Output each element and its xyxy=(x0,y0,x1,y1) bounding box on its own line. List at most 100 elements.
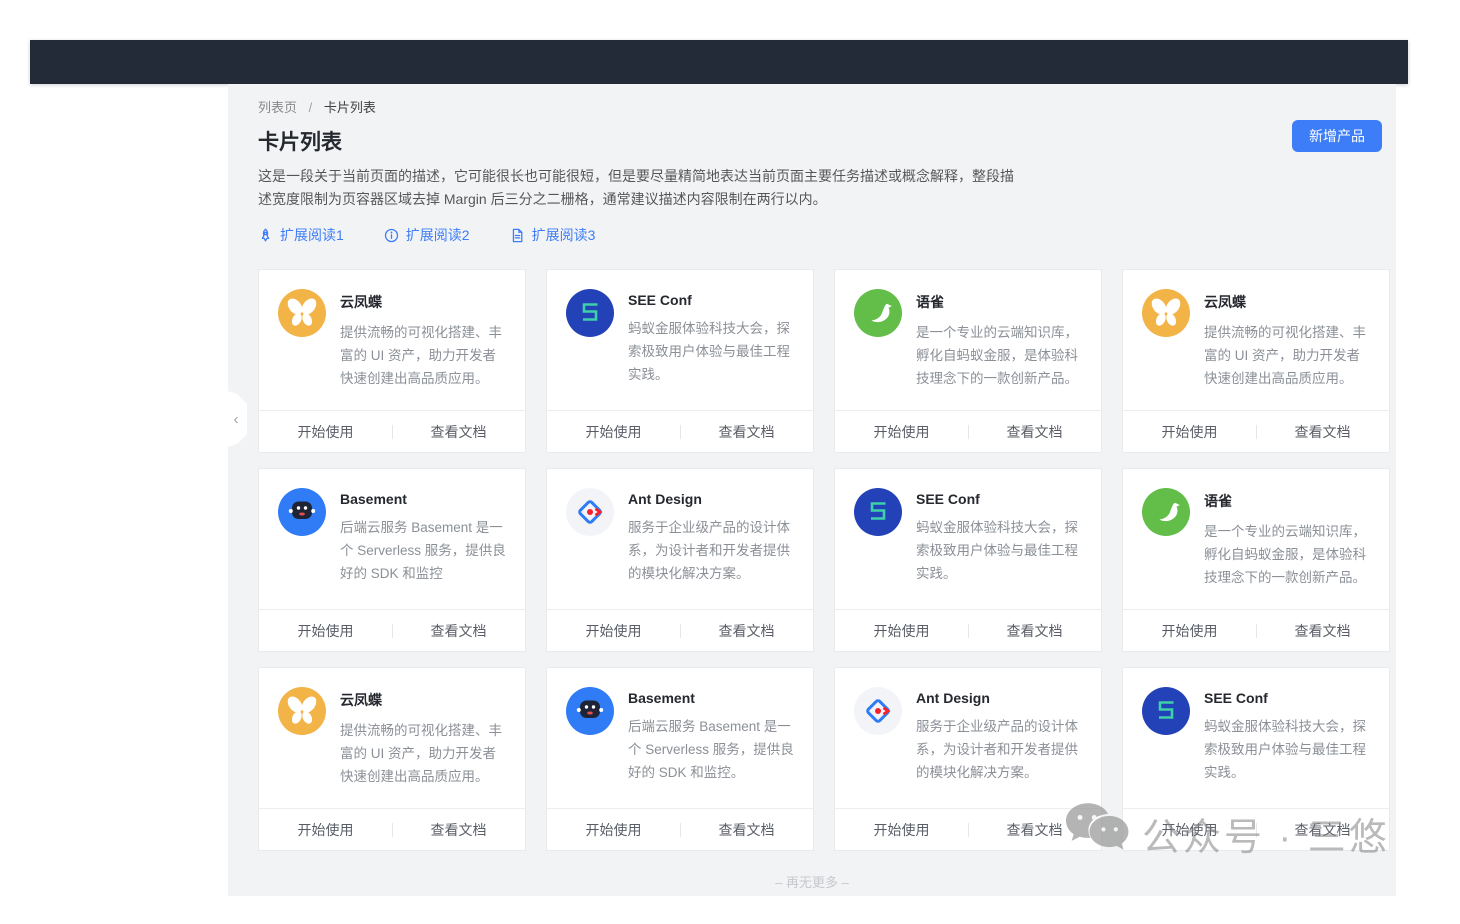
view-docs-action[interactable]: 查看文档 xyxy=(680,411,813,452)
product-description: 后端云服务 Basement 是一个 Serverless 服务，提供良好的 S… xyxy=(628,715,795,784)
card-footer: 开始使用 查看文档 xyxy=(547,808,813,850)
start-using-action[interactable]: 开始使用 xyxy=(835,809,968,850)
product-description: 蚂蚁金服体验科技大会，探索极致用户体验与最佳工程实践。 xyxy=(628,317,795,386)
product-card: SEE Conf 蚂蚁金服体验科技大会，探索极致用户体验与最佳工程实践。 开始使… xyxy=(834,468,1102,652)
product-title: SEE Conf xyxy=(628,292,795,308)
card-footer: 开始使用 查看文档 xyxy=(835,410,1101,452)
extended-reading-link[interactable]: 扩展阅读2 xyxy=(384,225,470,245)
breadcrumb-item-card-list: 卡片列表 xyxy=(324,100,376,115)
basement-icon xyxy=(566,687,614,735)
view-docs-action[interactable]: 查看文档 xyxy=(968,411,1101,452)
product-description: 是一个专业的云端知识库，孵化自蚂蚁金服，是体验科技理念下的一款创新产品。 xyxy=(1204,520,1371,589)
basement-icon xyxy=(278,488,326,536)
product-card: 云凤蝶 提供流畅的可视化搭建、丰富的 UI 资产，助力开发者快速创建出高品质应用… xyxy=(1122,269,1390,453)
page-title: 卡片列表 xyxy=(258,126,342,156)
product-title: 语雀 xyxy=(1204,491,1371,511)
product-title: Ant Design xyxy=(628,491,795,507)
product-card: SEE Conf 蚂蚁金服体验科技大会，探索极致用户体验与最佳工程实践。 开始使… xyxy=(1122,667,1390,851)
product-description: 蚂蚁金服体验科技大会，探索极致用户体验与最佳工程实践。 xyxy=(916,516,1083,585)
antdesign-icon xyxy=(566,488,614,536)
seeconf-icon xyxy=(1142,687,1190,735)
product-card-grid: 云凤蝶 提供流畅的可视化搭建、丰富的 UI 资产，助力开发者快速创建出高品质应用… xyxy=(258,269,1366,851)
start-using-action[interactable]: 开始使用 xyxy=(259,809,392,850)
top-nav-bar xyxy=(30,40,1408,84)
breadcrumb: 列表页 / 卡片列表 xyxy=(258,84,1366,116)
file-text-icon xyxy=(510,228,525,243)
product-card: 云凤蝶 提供流畅的可视化搭建、丰富的 UI 资产，助力开发者快速创建出高品质应用… xyxy=(258,667,526,851)
card-footer: 开始使用 查看文档 xyxy=(1123,609,1389,651)
card-footer: 开始使用 查看文档 xyxy=(259,808,525,850)
product-title: 云凤蝶 xyxy=(1204,292,1371,312)
add-product-button[interactable]: 新增产品 xyxy=(1292,120,1382,152)
start-using-action[interactable]: 开始使用 xyxy=(259,610,392,651)
butterfly-icon xyxy=(1142,289,1190,337)
product-title: SEE Conf xyxy=(1204,690,1371,706)
product-description: 提供流畅的可视化搭建、丰富的 UI 资产，助力开发者快速创建出高品质应用。 xyxy=(340,719,507,788)
view-docs-action[interactable]: 查看文档 xyxy=(1256,610,1389,651)
product-description: 是一个专业的云端知识库，孵化自蚂蚁金服，是体验科技理念下的一款创新产品。 xyxy=(916,321,1083,390)
sidebar-collapse-handle[interactable]: ‹ xyxy=(225,390,247,448)
start-using-action[interactable]: 开始使用 xyxy=(547,809,680,850)
product-title: SEE Conf xyxy=(916,491,1083,507)
view-docs-action[interactable]: 查看文档 xyxy=(1256,411,1389,452)
yuque-bird-icon xyxy=(1142,488,1190,536)
product-title: 语雀 xyxy=(916,292,1083,312)
product-description: 服务于企业级产品的设计体系，为设计者和开发者提供的模块化解决方案。 xyxy=(628,516,795,585)
start-using-action[interactable]: 开始使用 xyxy=(835,411,968,452)
info-circle-icon xyxy=(384,228,399,243)
view-docs-action[interactable]: 查看文档 xyxy=(392,411,525,452)
start-using-action[interactable]: 开始使用 xyxy=(1123,411,1256,452)
product-title: Ant Design xyxy=(916,690,1083,706)
card-footer: 开始使用 查看文档 xyxy=(1123,410,1389,452)
view-docs-action[interactable]: 查看文档 xyxy=(680,809,813,850)
start-using-action[interactable]: 开始使用 xyxy=(547,610,680,651)
rocket-icon xyxy=(258,228,273,243)
yuque-bird-icon xyxy=(854,289,902,337)
extended-reading-link[interactable]: 扩展阅读1 xyxy=(258,225,344,245)
breadcrumb-item-list-page[interactable]: 列表页 xyxy=(258,100,297,115)
product-card: 语雀 是一个专业的云端知识库，孵化自蚂蚁金服，是体验科技理念下的一款创新产品。 … xyxy=(1122,468,1390,652)
product-title: 云凤蝶 xyxy=(340,292,507,312)
butterfly-icon xyxy=(278,289,326,337)
chevron-left-icon: ‹ xyxy=(234,411,239,428)
product-card: Basement 后端云服务 Basement 是一个 Serverless 服… xyxy=(258,468,526,652)
start-using-action[interactable]: 开始使用 xyxy=(259,411,392,452)
product-card: SEE Conf 蚂蚁金服体验科技大会，探索极致用户体验与最佳工程实践。 开始使… xyxy=(546,269,814,453)
butterfly-icon xyxy=(278,687,326,735)
view-docs-action[interactable]: 查看文档 xyxy=(392,809,525,850)
product-title: Basement xyxy=(340,491,507,507)
no-more-text: – 再无更多 – xyxy=(258,872,1366,891)
product-title: Basement xyxy=(628,690,795,706)
view-docs-action[interactable]: 查看文档 xyxy=(392,610,525,651)
seeconf-icon xyxy=(854,488,902,536)
seeconf-icon xyxy=(566,289,614,337)
product-description: 提供流畅的可视化搭建、丰富的 UI 资产，助力开发者快速创建出高品质应用。 xyxy=(340,321,507,390)
product-description: 提供流畅的可视化搭建、丰富的 UI 资产，助力开发者快速创建出高品质应用。 xyxy=(1204,321,1371,390)
product-card: Ant Design 服务于企业级产品的设计体系，为设计者和开发者提供的模块化解… xyxy=(834,667,1102,851)
view-docs-action[interactable]: 查看文档 xyxy=(1256,809,1389,850)
start-using-action[interactable]: 开始使用 xyxy=(1123,610,1256,651)
view-docs-action[interactable]: 查看文档 xyxy=(680,610,813,651)
card-footer: 开始使用 查看文档 xyxy=(547,609,813,651)
breadcrumb-separator: / xyxy=(309,100,313,115)
view-docs-action[interactable]: 查看文档 xyxy=(968,610,1101,651)
product-description: 蚂蚁金服体验科技大会，探索极致用户体验与最佳工程实践。 xyxy=(1204,715,1371,784)
antdesign-icon xyxy=(854,687,902,735)
start-using-action[interactable]: 开始使用 xyxy=(1123,809,1256,850)
extended-reading-link[interactable]: 扩展阅读3 xyxy=(510,225,596,245)
extended-reading-links: 扩展阅读1 扩展阅读2 扩展阅读3 xyxy=(258,225,1366,245)
product-card: Ant Design 服务于企业级产品的设计体系，为设计者和开发者提供的模块化解… xyxy=(546,468,814,652)
start-using-action[interactable]: 开始使用 xyxy=(835,610,968,651)
main-content: ‹ 列表页 / 卡片列表 卡片列表 新增产品 这是一段关于当前页面的描述，它可能… xyxy=(228,84,1396,896)
card-footer: 开始使用 查看文档 xyxy=(1123,808,1389,850)
page-header: 卡片列表 xyxy=(258,126,1366,156)
card-footer: 开始使用 查看文档 xyxy=(547,410,813,452)
product-card: Basement 后端云服务 Basement 是一个 Serverless 服… xyxy=(546,667,814,851)
product-card: 云凤蝶 提供流畅的可视化搭建、丰富的 UI 资产，助力开发者快速创建出高品质应用… xyxy=(258,269,526,453)
card-footer: 开始使用 查看文档 xyxy=(259,609,525,651)
product-description: 服务于企业级产品的设计体系，为设计者和开发者提供的模块化解决方案。 xyxy=(916,715,1083,784)
start-using-action[interactable]: 开始使用 xyxy=(547,411,680,452)
product-description: 后端云服务 Basement 是一个 Serverless 服务，提供良好的 S… xyxy=(340,516,507,585)
view-docs-action[interactable]: 查看文档 xyxy=(968,809,1101,850)
product-title: 云凤蝶 xyxy=(340,690,507,710)
